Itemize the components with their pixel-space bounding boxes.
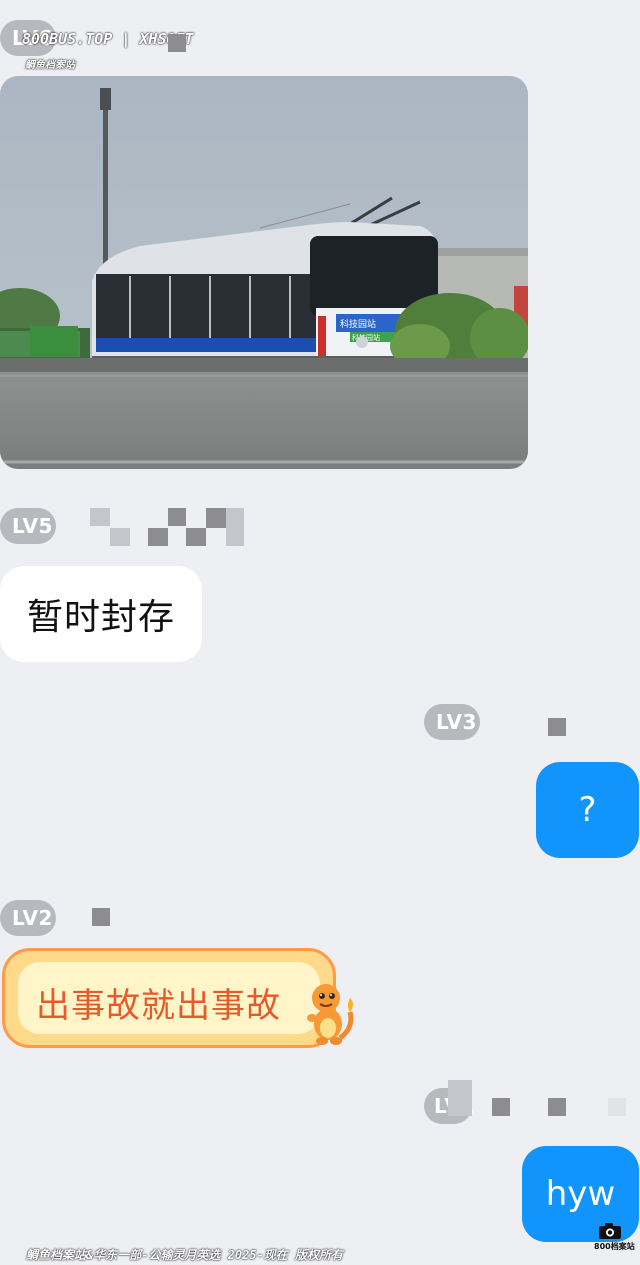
sticker-text: 出事故就出事故: [36, 986, 281, 1026]
redacted-username: [90, 508, 110, 526]
bus-photo-image: 科技园站 科技园站: [0, 76, 528, 469]
camera-icon: [599, 1223, 621, 1239]
message-bubble[interactable]: 暂时封存: [0, 566, 202, 662]
redacted-username: [548, 1098, 566, 1116]
bus-sign-text-1: 科技园站: [340, 318, 376, 330]
message-text: ?: [578, 790, 597, 830]
level-badge: LV3: [424, 704, 480, 740]
redacted-username: [492, 1098, 510, 1116]
watermark-copyright: 鲷鱼档案站&华东一部-公输灵月英选 2025-现在 版权所有: [26, 1248, 344, 1262]
watermark-sub: 鲷鱼档案站: [25, 60, 75, 71]
charmander-icon: [307, 984, 354, 1045]
message-text: 暂时封存: [26, 597, 175, 638]
watermark-logo: 800档案站: [594, 1222, 638, 1262]
message-text: hyw: [545, 1174, 616, 1214]
redacted-username: [206, 508, 226, 528]
redacted-username: [92, 908, 110, 926]
level-badge: LV5: [0, 508, 56, 544]
level-badge: LV2: [0, 900, 56, 936]
message-bubble[interactable]: ?: [536, 762, 639, 858]
redacted-username: [448, 1080, 472, 1116]
redacted-username: [608, 1098, 626, 1116]
bus-photo[interactable]: 科技园站 科技园站: [0, 76, 528, 469]
redacted-username: [226, 508, 244, 528]
redacted-username: [168, 508, 186, 526]
redacted-username: [168, 34, 186, 52]
watermark-logo-text: 800档案站: [594, 1242, 635, 1251]
sticker-bubble[interactable]: 出事故就出事故: [2, 948, 354, 1052]
redacted-username: [548, 718, 566, 736]
redacted-username: [148, 528, 168, 546]
redacted-username: [186, 528, 206, 546]
redacted-username: [110, 528, 130, 546]
redacted-username: [226, 528, 244, 546]
